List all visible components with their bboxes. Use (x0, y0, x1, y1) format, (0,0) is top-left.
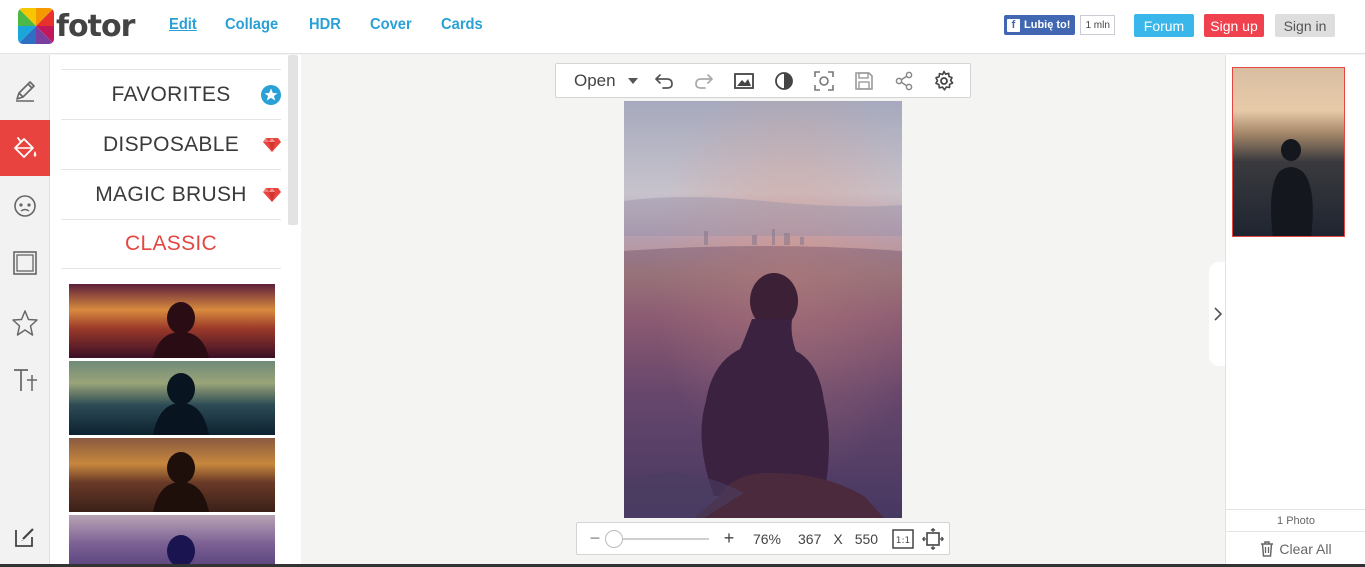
photo-count: 1 Photo (1226, 509, 1365, 527)
tool-rail (0, 55, 50, 567)
redo-button[interactable] (684, 64, 724, 97)
gem-icon (263, 185, 281, 209)
facebook-like-label: Lubię to! (1024, 19, 1071, 31)
zoom-slider-knob[interactable] (605, 529, 623, 548)
nav-hdr[interactable]: HDR (309, 16, 341, 34)
actual-size-label: 1:1 (896, 536, 910, 546)
gem-icon (263, 135, 281, 159)
fit-screen-button[interactable] (922, 527, 945, 550)
clear-all-label: Clear All (1279, 540, 1332, 557)
compare-button[interactable] (764, 64, 804, 97)
nav-cards[interactable]: Cards (441, 16, 483, 34)
category-label: FAVORITES (111, 82, 231, 106)
category-label: DISPOSABLE (102, 132, 240, 156)
photo-tray: 1 Photo Clear All (1225, 55, 1365, 567)
actual-size-button[interactable]: 1:1 (892, 528, 914, 550)
effect-thumbnail[interactable] (69, 284, 275, 358)
panel-scrollbar[interactable] (288, 55, 298, 225)
pencil-icon (16, 81, 35, 102)
save-icon (855, 71, 873, 90)
trash-icon (1261, 540, 1274, 557)
actual-size-icon: 1:1 (892, 528, 914, 549)
category-magic-brush[interactable]: MAGIC BRUSH (61, 169, 281, 219)
image-dimensions: 367 X 550 (798, 531, 878, 547)
header: fotor Edit Collage HDR Cover Cards f Lub… (0, 0, 1365, 54)
editor-toolbar: Open (555, 63, 971, 98)
open-label: Open (574, 70, 616, 90)
image-button[interactable] (724, 64, 764, 97)
effect-thumbnail[interactable] (69, 515, 275, 567)
undo-button[interactable] (644, 64, 684, 97)
image-height: 550 (854, 530, 879, 547)
screenshot-button[interactable] (804, 64, 844, 97)
zoom-bar: − + 76% 367 X 550 1:1 (576, 522, 950, 555)
facebook-like-count: 1 mln (1080, 15, 1115, 35)
image-icon (734, 72, 754, 89)
star-icon (12, 310, 38, 336)
text-icon (14, 369, 37, 391)
nav-edit[interactable]: Edit (169, 16, 197, 34)
facebook-icon: f (1007, 18, 1020, 32)
settings-button[interactable] (924, 64, 964, 97)
rail-effects[interactable] (0, 120, 50, 176)
edit-note-icon (15, 528, 34, 547)
zoom-slider[interactable] (605, 529, 709, 548)
rail-beauty[interactable] (0, 178, 50, 234)
facebook-like-button[interactable]: f Lubię to! (1004, 15, 1076, 35)
category-label: CLASSIC (125, 232, 217, 255)
screenshot-icon (814, 70, 834, 91)
main-nav: Edit Collage HDR Cover Cards (169, 16, 512, 34)
fotor-logo[interactable]: fotor (18, 8, 142, 44)
logo-text: fotor (56, 8, 135, 44)
main-photo[interactable] (624, 101, 902, 518)
category-disposable[interactable]: DISPOSABLE (61, 119, 281, 169)
face-icon (14, 195, 36, 217)
star-badge-icon (261, 85, 281, 111)
nav-cover[interactable]: Cover (370, 16, 412, 34)
fotor-logo-icon (18, 8, 54, 44)
share-button[interactable] (884, 64, 924, 97)
frame-icon (13, 251, 37, 275)
zoom-level: 76% (752, 530, 782, 547)
rail-edit-note[interactable] (0, 509, 50, 565)
undo-icon (655, 73, 673, 89)
category-classic[interactable]: CLASSIC (61, 219, 281, 269)
settings-icon (935, 70, 954, 91)
share-icon (895, 71, 913, 90)
save-button[interactable] (844, 64, 884, 97)
sign-in-button[interactable]: Sign in (1275, 14, 1335, 37)
rail-frames[interactable] (0, 235, 50, 291)
chevron-right-icon (1214, 307, 1222, 321)
zoom-in-button[interactable]: + (709, 528, 749, 549)
effect-thumbnail[interactable] (69, 438, 275, 512)
category-favorites[interactable]: FAVORITES (61, 69, 281, 119)
rail-text[interactable] (0, 352, 50, 408)
paint-bucket-icon (14, 137, 37, 158)
sign-up-button[interactable]: Sign up (1204, 14, 1264, 37)
redo-icon (695, 73, 713, 89)
clear-all-button[interactable]: Clear All (1226, 531, 1365, 565)
forum-button[interactable]: Forum (1134, 14, 1194, 37)
contrast-icon (775, 71, 793, 90)
rail-basic-edit[interactable] (0, 63, 50, 119)
open-dropdown[interactable]: Open (556, 64, 644, 97)
chevron-down-icon (627, 77, 638, 84)
rail-stickers[interactable] (0, 295, 50, 351)
photo-tray-thumbnail[interactable] (1232, 67, 1345, 237)
category-label: MAGIC BRUSH (95, 182, 247, 206)
nav-collage[interactable]: Collage (225, 16, 278, 34)
image-width: 367 (798, 530, 822, 547)
effect-thumbnail[interactable] (69, 361, 275, 435)
effects-panel: FAVORITES DISPOSABLE MAGIC BRUSH CLASSIC (50, 55, 301, 567)
dimension-separator: X (833, 530, 843, 547)
facebook-like-widget: f Lubię to! 1 mln (1004, 15, 1115, 35)
fit-screen-icon (922, 527, 945, 550)
